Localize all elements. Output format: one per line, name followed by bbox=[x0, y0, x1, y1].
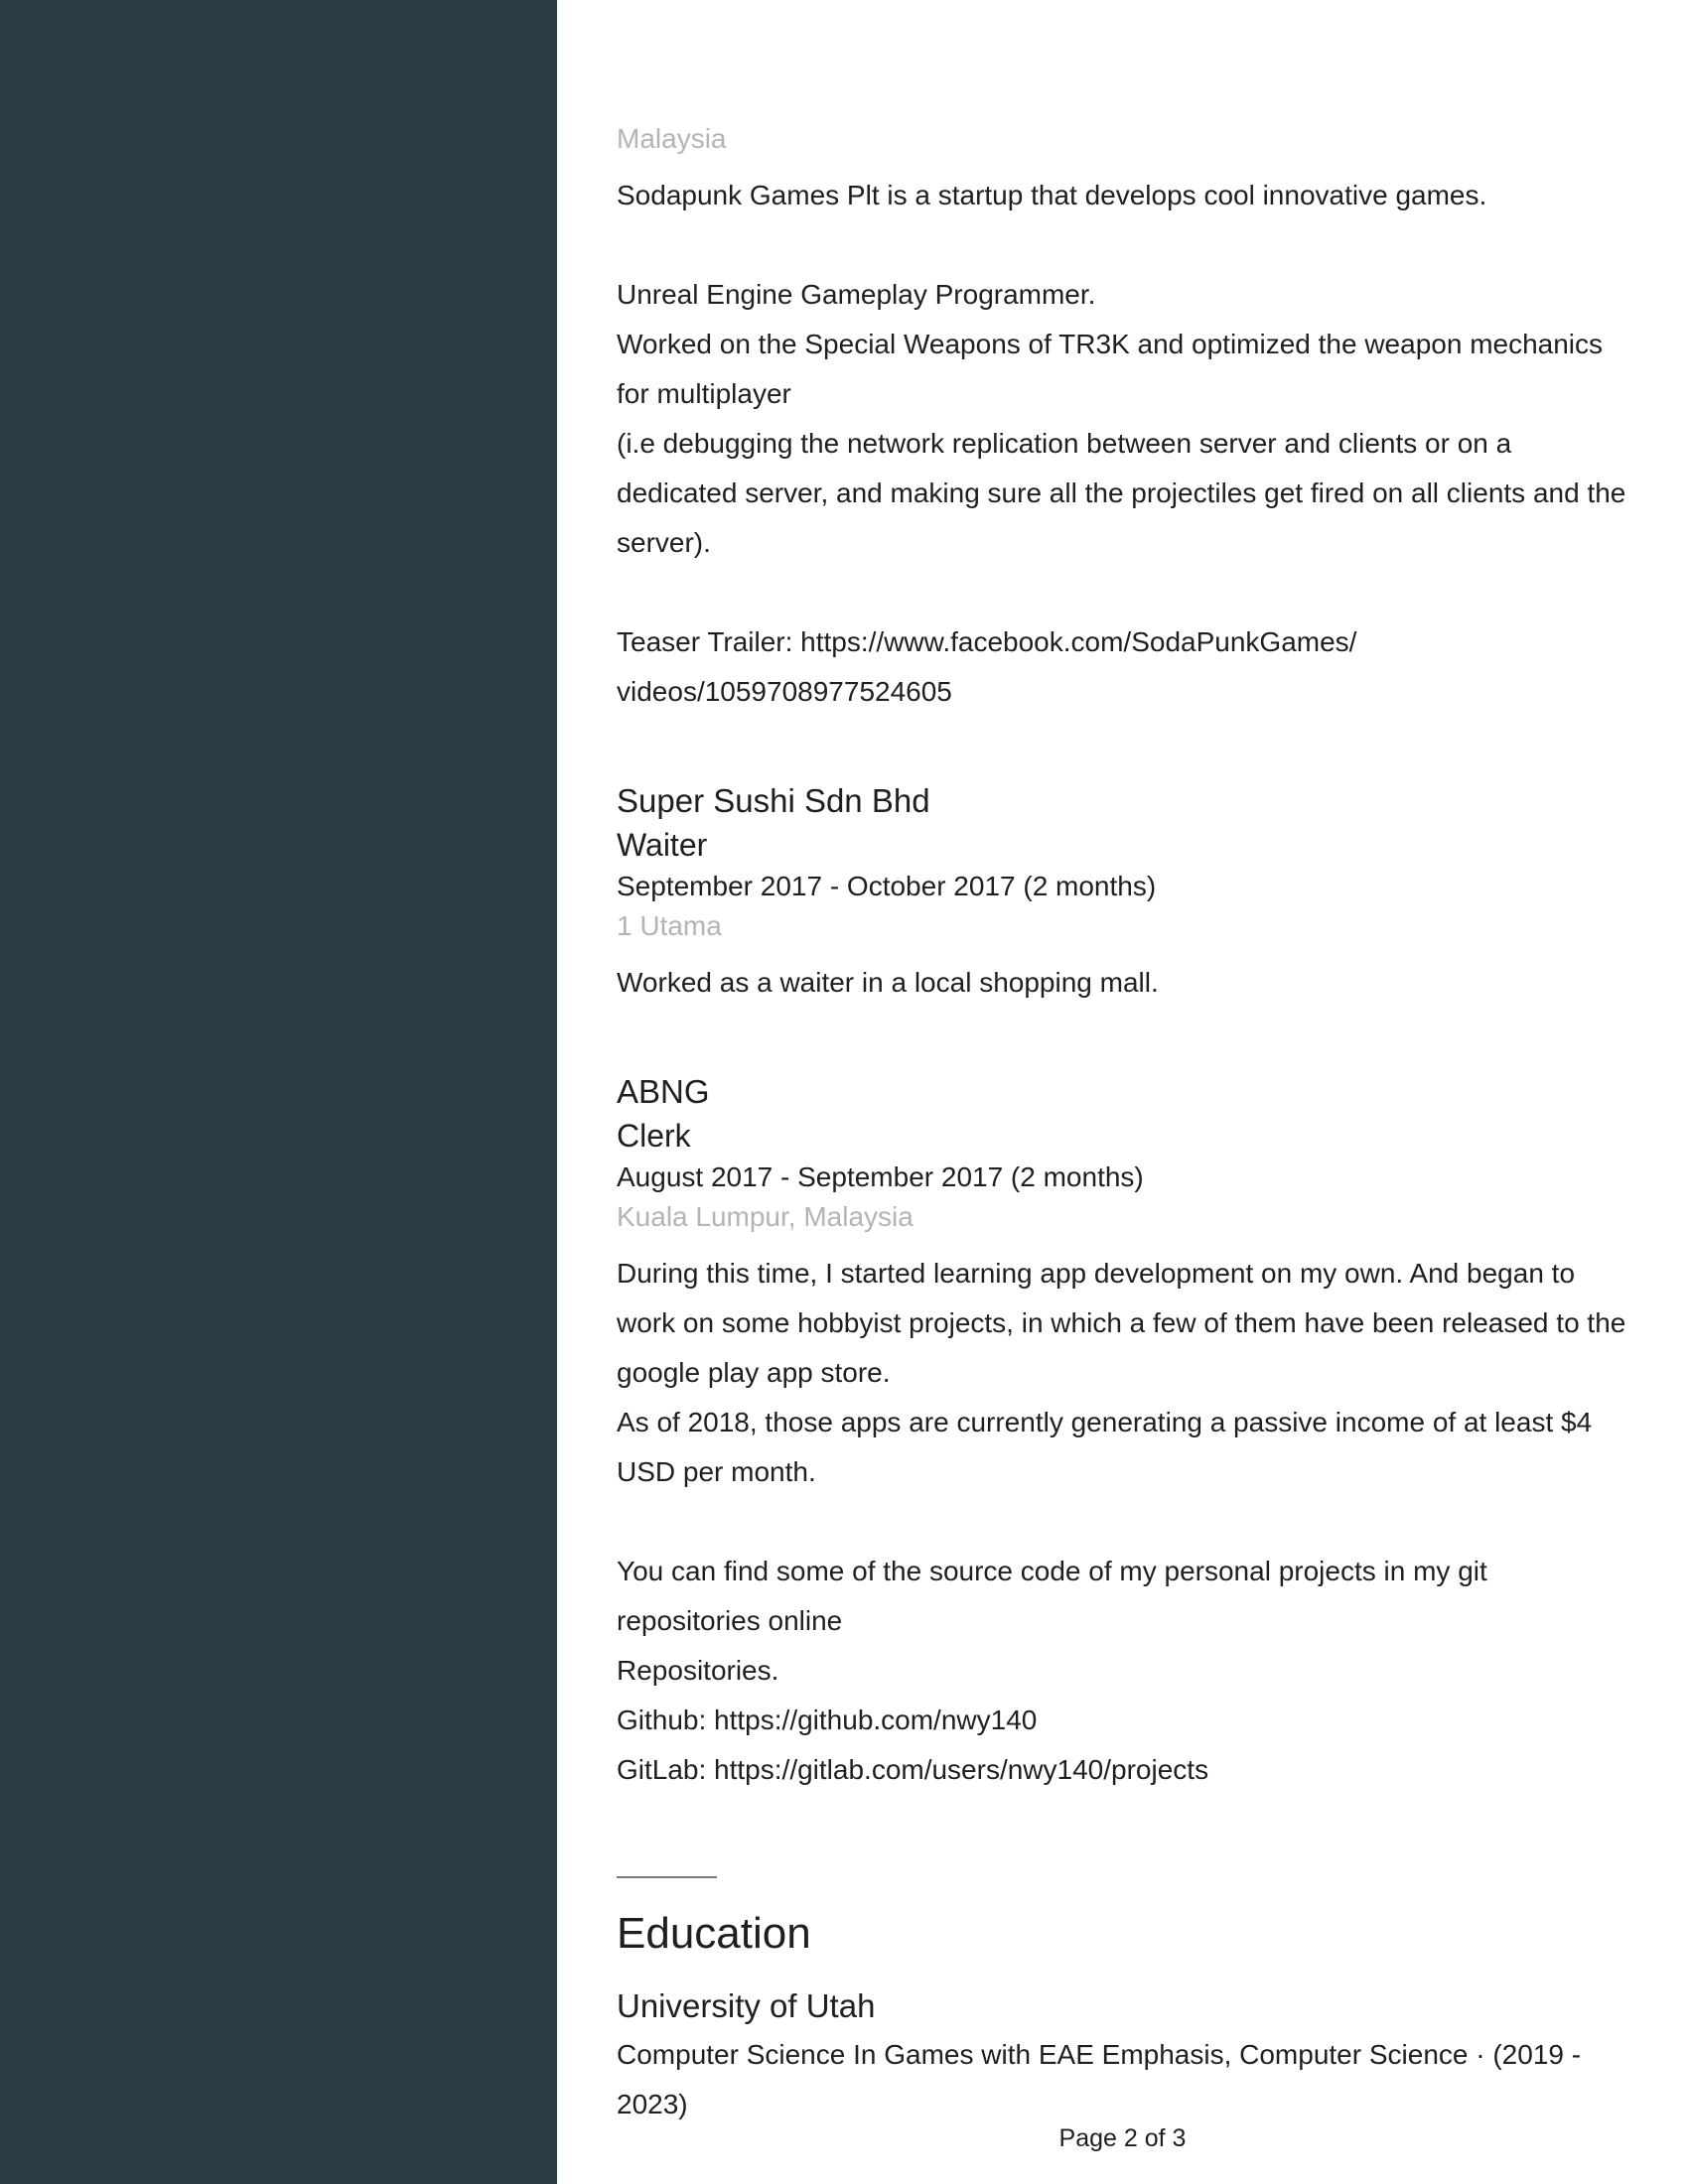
experience-entry: Malaysia Sodapunk Games Plt is a startup… bbox=[617, 119, 1629, 717]
section-divider bbox=[617, 1876, 717, 1878]
company-name: ABNG bbox=[617, 1073, 710, 1110]
school-name: University of Utah bbox=[617, 1987, 876, 2024]
experience-entry: ABNG Clerk August 2017 - September 2017 … bbox=[617, 1069, 1629, 1795]
sidebar bbox=[0, 0, 557, 2184]
job-description: Worked as a waiter in a local shopping m… bbox=[617, 967, 1159, 998]
page-number: Page 2 of 3 bbox=[1058, 2124, 1187, 2152]
job-dates: August 2017 - September 2017 (2 months) bbox=[617, 1161, 1144, 1192]
main-content: Malaysia Sodapunk Games Plt is a startup… bbox=[617, 119, 1629, 2129]
job-title: Waiter bbox=[617, 827, 708, 863]
job-location: 1 Utama bbox=[617, 910, 722, 941]
job-dates: September 2017 - October 2017 (2 months) bbox=[617, 871, 1157, 901]
degree-info: Computer Science In Games with EAE Empha… bbox=[617, 2039, 1582, 2119]
company-name: Super Sushi Sdn Bhd bbox=[617, 782, 930, 819]
experience-entry: Super Sushi Sdn Bhd Waiter September 201… bbox=[617, 778, 1629, 1008]
job-location: Kuala Lumpur, Malaysia bbox=[617, 1201, 914, 1232]
job-location: Malaysia bbox=[617, 123, 727, 154]
job-description: During this time, I started learning app… bbox=[617, 1258, 1626, 1785]
education-heading: Education bbox=[617, 1909, 811, 1958]
job-title: Clerk bbox=[617, 1118, 691, 1154]
job-description: Sodapunk Games Plt is a startup that dev… bbox=[617, 180, 1626, 707]
